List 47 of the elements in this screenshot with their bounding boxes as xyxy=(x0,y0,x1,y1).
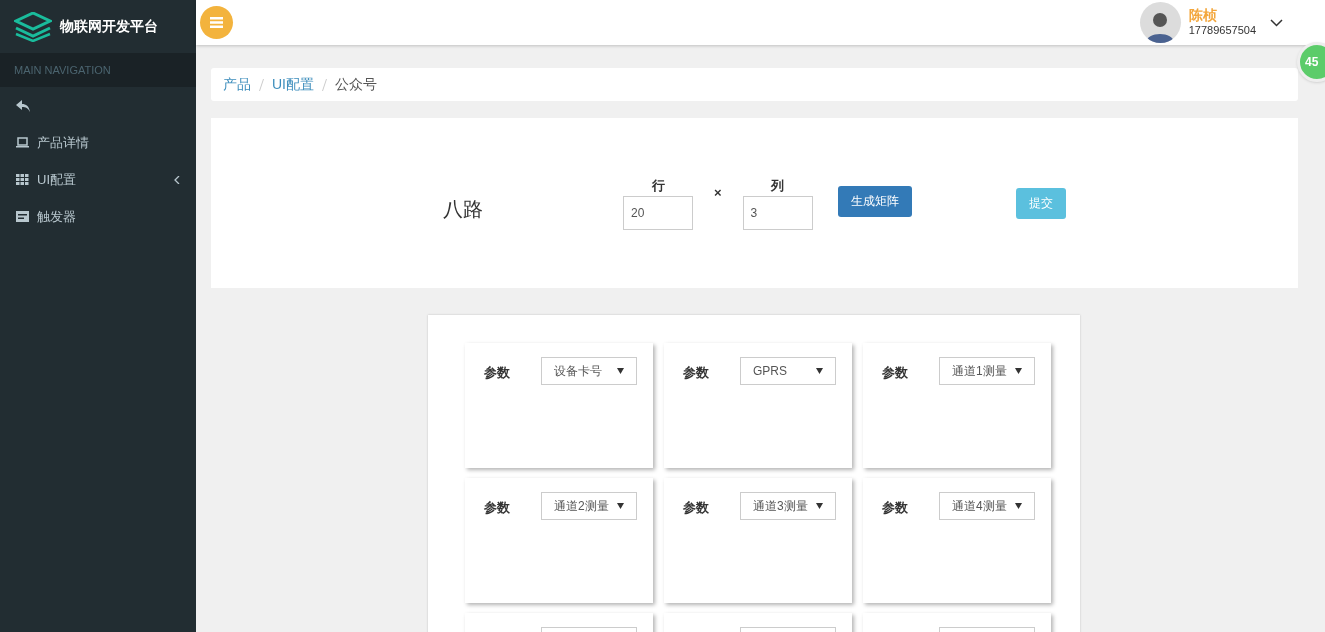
parameter-label: 参数 xyxy=(683,499,710,517)
dropdown-caret-icon xyxy=(1015,503,1022,509)
dropdown-caret-icon xyxy=(1015,368,1022,374)
dropdown-caret-icon xyxy=(617,503,624,509)
slash-separator-icon xyxy=(322,78,327,91)
breadcrumb-link[interactable]: 产品 xyxy=(223,74,251,95)
parameter-label: 参数 xyxy=(683,364,710,382)
user-phone: 17789657504 xyxy=(1188,24,1256,39)
user-name: 陈桢 xyxy=(1188,6,1218,25)
columns-input[interactable]: 3 xyxy=(742,195,813,230)
chevron-left-icon xyxy=(174,175,180,184)
parameter-select[interactable]: 通道2测量 xyxy=(541,492,637,520)
form-title: 八路 xyxy=(443,197,484,222)
times-sign: × xyxy=(714,184,722,203)
parameter-select[interactable]: 通道3测量 xyxy=(740,492,836,520)
generate-matrix-button[interactable]: 生成矩阵 xyxy=(837,185,912,217)
menu-button[interactable] xyxy=(200,6,233,39)
dropdown-caret-icon xyxy=(816,368,823,374)
parameter-select[interactable]: 通道1测量 xyxy=(939,357,1035,385)
parameter-select[interactable]: GPRS xyxy=(740,357,836,385)
parameter-select[interactable]: 设备卡号 xyxy=(541,357,637,385)
rows-label: 行 xyxy=(651,177,665,196)
columns-label: 列 xyxy=(771,177,785,196)
breadcrumb-current: 公众号 xyxy=(335,75,377,94)
nav-item[interactable]: 触发器 xyxy=(0,198,196,235)
chevron-down-icon[interactable] xyxy=(1270,18,1283,27)
brand-title: 物联网开发平台 xyxy=(60,17,158,36)
nav-item[interactable]: UI配置 xyxy=(0,161,196,198)
card-icon xyxy=(16,211,29,222)
menu-icon xyxy=(210,17,223,28)
grid-icon xyxy=(16,174,29,185)
layers-logo-icon xyxy=(14,11,52,42)
reply-arrow-icon xyxy=(16,99,30,112)
laptop-icon xyxy=(16,137,29,148)
parameter-select[interactable]: 通道4测量 xyxy=(939,492,1035,520)
breadcrumb-link[interactable]: UI配置 xyxy=(272,74,314,95)
nav-item[interactable]: 产品详情 xyxy=(0,124,196,161)
parameter-label: 参数 xyxy=(484,499,511,517)
parameter-label: 参数 xyxy=(882,364,909,382)
avatar[interactable] xyxy=(1139,2,1181,43)
rows-input[interactable]: 20 xyxy=(623,195,693,230)
dropdown-caret-icon xyxy=(816,503,823,509)
slash-separator-icon xyxy=(259,78,264,91)
parameter-label: 参数 xyxy=(484,364,511,382)
dropdown-caret-icon xyxy=(617,368,624,374)
parameter-label: 参数 xyxy=(882,499,909,517)
navigation-heading: MAIN NAVIGATION xyxy=(0,53,196,87)
